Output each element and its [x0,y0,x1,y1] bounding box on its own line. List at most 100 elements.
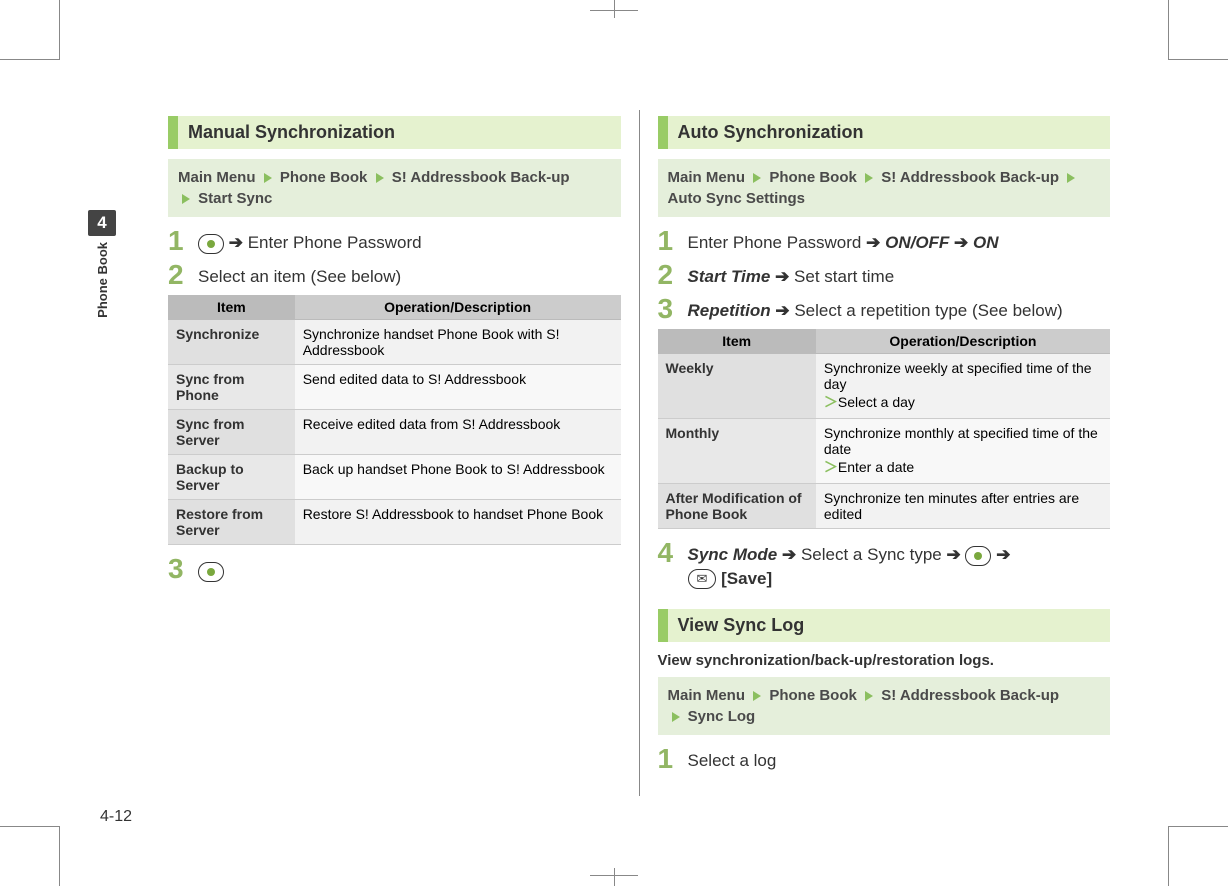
breadcrumb-seg: Start Sync [198,190,272,207]
chapter-tab: 4 Phone Book [88,210,116,323]
chevron-right-icon [264,173,272,183]
emphasis: Start Time [688,267,771,286]
step-number: 2 [168,261,186,289]
crop-mark [554,0,674,20]
crop-mark [554,866,674,886]
chevron-right-icon [376,173,384,183]
emphasis: Repetition [688,301,771,320]
page-number: 4-12 [100,808,132,826]
table-cell-desc: Back up handset Phone Book to S! Address… [295,455,621,500]
chapter-title: Phone Book [95,242,110,318]
arrow-right-icon: ➔ [775,267,794,286]
step-text: Select an item (See below) [198,267,401,286]
step-number: 2 [658,261,676,289]
arrow-right-icon: ➔ [866,233,885,252]
table-cell-desc: Receive edited data from S! Addressbook [295,410,621,455]
step-3: 3 Repetition ➔ Select a repetition type … [658,295,1111,323]
emphasis: ON [973,233,999,252]
heading-accent-bar [168,116,178,149]
table-header-desc: Operation/Description [816,329,1110,354]
breadcrumb-seg: Auto Sync Settings [668,190,806,207]
chevron-right-icon [672,712,680,722]
heading-accent-bar [658,609,668,642]
table-header-item: Item [168,295,295,320]
step-number: 3 [658,295,676,323]
step-text: Enter Phone Password [248,233,422,252]
left-column: Manual Synchronization Main Menu Phone B… [150,110,640,796]
step-1: 1 Enter Phone Password ➔ ON/OFF ➔ ON [658,227,1111,255]
arrow-right-icon: ➔ [782,545,801,564]
auto-sync-table: Item Operation/Description Weekly Synchr… [658,329,1111,529]
chapter-number: 4 [88,210,116,236]
center-key-icon [198,234,224,254]
breadcrumb-manual-sync: Main Menu Phone Book S! Addressbook Back… [168,159,621,217]
table-row: Backup to Server Back up handset Phone B… [168,455,621,500]
breadcrumb-seg: Phone Book [769,169,857,186]
center-key-icon [198,562,224,582]
step-text: Select a Sync type [801,545,942,564]
breadcrumb-seg: S! Addressbook Back-up [392,169,570,186]
chevron-right-icon [1067,173,1075,183]
right-column: Auto Synchronization Main Menu Phone Boo… [640,110,1129,796]
table-row: Monthly Synchronize monthly at specified… [658,419,1111,484]
step-text: Select a log [688,751,777,770]
section-description: View synchronization/back-up/restoration… [658,652,1111,669]
breadcrumb-seg: Phone Book [280,169,368,186]
section-heading-manual-sync: Manual Synchronization [168,116,621,149]
step-number: 4 [658,539,676,567]
breadcrumb-sync-log: Main Menu Phone Book S! Addressbook Back… [658,677,1111,735]
manual-sync-table: Item Operation/Description Synchronize S… [168,295,621,545]
breadcrumb-seg: Phone Book [769,687,857,704]
step-2: 2 Select an item (See below) [168,261,621,289]
arrow-right-icon: ➔ [775,301,794,320]
emphasis: Sync Mode [688,545,778,564]
chevron-right-icon [753,173,761,183]
table-cell-item: Sync from Phone [168,365,295,410]
table-row: Sync from Phone Send edited data to S! A… [168,365,621,410]
breadcrumb-seg: Main Menu [668,687,746,704]
save-label: [Save] [721,569,772,588]
crop-mark [1168,826,1228,886]
table-header-desc: Operation/Description [295,295,621,320]
table-cell-desc: Send edited data to S! Addressbook [295,365,621,410]
breadcrumb-seg: Main Menu [668,169,746,186]
step-number: 1 [168,227,186,255]
table-cell-desc: Synchronize monthly at specified time of… [816,419,1110,484]
breadcrumb-seg: Main Menu [178,169,256,186]
center-key-icon [965,546,991,566]
chevron-right-icon [865,691,873,701]
table-row: Sync from Server Receive edited data fro… [168,410,621,455]
heading-text: Manual Synchronization [178,116,621,149]
arrow-right-icon: ➔ [996,545,1010,564]
emphasis: ON/OFF [885,233,949,252]
table-cell-item: Sync from Server [168,410,295,455]
step-1: 1 ➔ Enter Phone Password [168,227,621,255]
step-3: 3 [168,555,621,583]
breadcrumb-auto-sync: Main Menu Phone Book S! Addressbook Back… [658,159,1111,217]
chevron-right-icon [182,194,190,204]
chevron-right-icon [753,691,761,701]
table-row: Restore from Server Restore S! Addressbo… [168,500,621,545]
breadcrumb-seg: Sync Log [688,708,756,725]
arrow-right-icon: ➔ [954,233,973,252]
breadcrumb-seg: S! Addressbook Back-up [881,169,1059,186]
step-text: Enter Phone Password [688,233,862,252]
step-1: 1 Select a log [658,745,1111,773]
section-heading-auto-sync: Auto Synchronization [658,116,1111,149]
heading-accent-bar [658,116,668,149]
arrow-right-icon: ➔ [229,233,248,252]
step-text: Select a repetition type (See below) [794,301,1062,320]
heading-text: View Sync Log [668,609,1111,642]
table-cell-item: After Modification of Phone Book [658,484,816,529]
mail-key-icon: ✉ [688,569,717,589]
step-2: 2 Start Time ➔ Set start time [658,261,1111,289]
table-cell-item: Restore from Server [168,500,295,545]
section-heading-view-sync-log: View Sync Log [658,609,1111,642]
table-cell-desc: Restore S! Addressbook to handset Phone … [295,500,621,545]
heading-text: Auto Synchronization [668,116,1111,149]
page-content: 4 Phone Book Manual Synchronization Main… [100,110,1128,796]
step-number: 1 [658,227,676,255]
chevron-right-icon: ＞ [824,459,838,475]
breadcrumb-seg: S! Addressbook Back-up [881,687,1059,704]
crop-mark [0,0,60,60]
